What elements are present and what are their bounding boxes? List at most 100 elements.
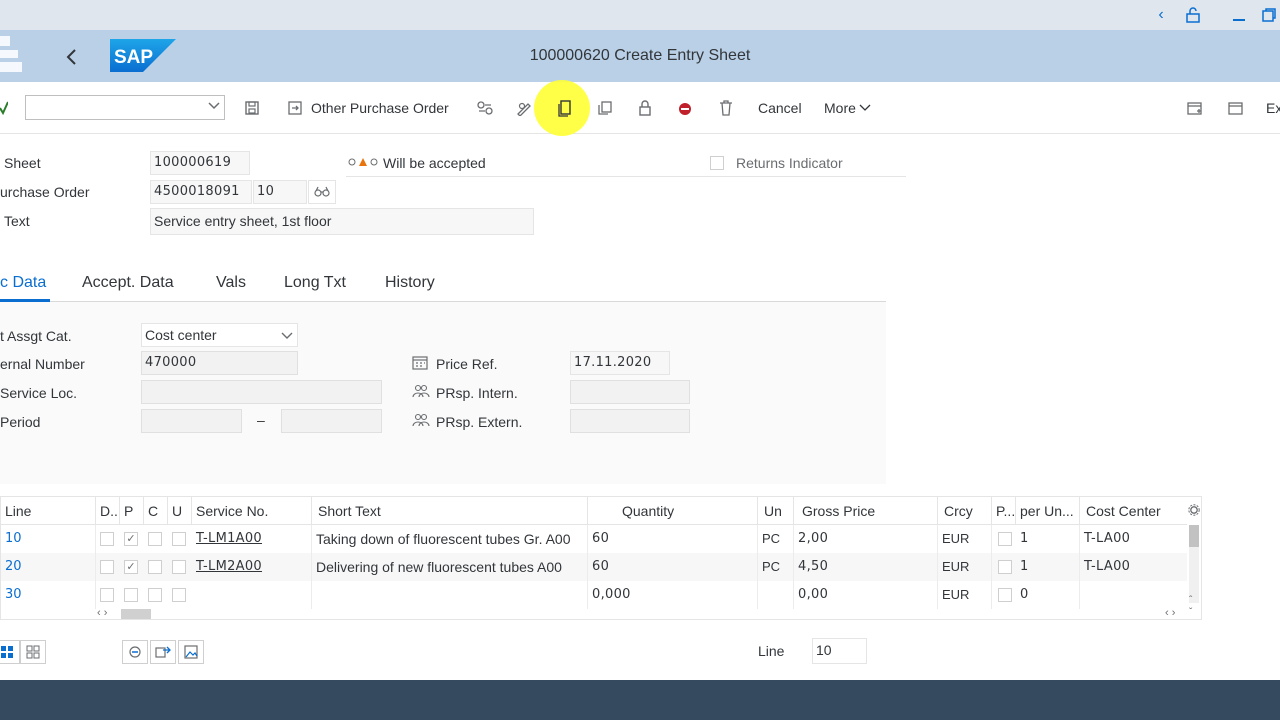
- check-icon[interactable]: [0, 96, 8, 120]
- col-header-p2[interactable]: P...: [992, 497, 1016, 525]
- service-loc-field[interactable]: [141, 380, 382, 404]
- row-c-checkbox[interactable]: [148, 532, 162, 546]
- table-settings-icon[interactable]: [1188, 503, 1200, 519]
- row-c-checkbox[interactable]: [148, 560, 162, 574]
- select-all-icon[interactable]: [0, 640, 20, 664]
- tab-basic-data[interactable]: c Data: [0, 274, 46, 292]
- returns-indicator-checkbox[interactable]: [710, 156, 724, 170]
- acct-assgt-cat-select[interactable]: Cost center: [141, 323, 298, 347]
- row-p-checkbox[interactable]: ✓: [124, 532, 138, 546]
- exit-button[interactable]: Ex: [1266, 96, 1280, 120]
- row-line[interactable]: 10: [1, 525, 96, 553]
- line-input[interactable]: 10: [812, 638, 867, 664]
- row-line[interactable]: 30: [1, 581, 96, 609]
- save-button[interactable]: [241, 96, 263, 120]
- other-purchase-order-button[interactable]: Other Purchase Order: [284, 96, 449, 120]
- col-header-u[interactable]: U: [168, 497, 192, 525]
- col-header-short-text[interactable]: Short Text: [312, 497, 588, 525]
- period-to-field[interactable]: [281, 409, 382, 433]
- col-header-p[interactable]: P: [120, 497, 144, 525]
- price-ref-field[interactable]: 17.11.2020: [570, 351, 670, 375]
- prsp-extern-field[interactable]: [570, 409, 690, 433]
- tab-long-txt[interactable]: Long Txt: [284, 274, 346, 292]
- row-cost-center[interactable]: [1080, 581, 1187, 609]
- row-u-checkbox[interactable]: [172, 532, 186, 546]
- vertical-scroll-thumb[interactable]: [1189, 525, 1199, 547]
- row-short-text[interactable]: Taking down of fluorescent tubes Gr. A00: [312, 525, 588, 553]
- row-gross-price[interactable]: 4,50: [794, 553, 938, 581]
- unlock-icon[interactable]: [1182, 4, 1204, 26]
- row-per-unit[interactable]: 0: [1016, 581, 1080, 609]
- tab-history[interactable]: History: [385, 274, 435, 292]
- row-c-checkbox[interactable]: [148, 588, 162, 602]
- row-gross-price[interactable]: 0,00: [794, 581, 938, 609]
- restore-icon[interactable]: [1258, 4, 1280, 26]
- col-header-service-no[interactable]: Service No.: [192, 497, 312, 525]
- row-d-checkbox[interactable]: [100, 560, 114, 574]
- prsp-intern-field[interactable]: [570, 380, 690, 404]
- table-row[interactable]: 10 ✓ T-LM1A00 Taking down of fluorescent…: [1, 525, 1187, 553]
- row-quantity[interactable]: 60: [588, 553, 758, 581]
- row-cost-center[interactable]: T-LA00: [1080, 525, 1187, 553]
- tab-vals[interactable]: Vals: [216, 274, 246, 292]
- deselect-all-icon[interactable]: [20, 640, 46, 664]
- service-selection-icon[interactable]: [122, 640, 148, 664]
- tab-accept-data[interactable]: Accept. Data: [82, 274, 174, 292]
- delete-button[interactable]: [715, 96, 737, 120]
- row-gross-price[interactable]: 2,00: [794, 525, 938, 553]
- row-p-checkbox[interactable]: [124, 588, 138, 602]
- row-unit[interactable]: PC: [758, 525, 794, 553]
- external-number-field[interactable]: 470000: [141, 351, 298, 375]
- row-cost-center[interactable]: T-LA00: [1080, 553, 1187, 581]
- row-d-checkbox[interactable]: [100, 588, 114, 602]
- row-currency[interactable]: EUR: [938, 581, 992, 609]
- display-po-button[interactable]: [308, 180, 336, 204]
- row-u-checkbox[interactable]: [172, 560, 186, 574]
- row-p2-checkbox[interactable]: [998, 560, 1012, 574]
- period-from-field[interactable]: [141, 409, 242, 433]
- copy-button[interactable]: [594, 96, 616, 120]
- sheet-field[interactable]: 100000619: [150, 151, 250, 175]
- scroll-up-icon[interactable]: ˆ: [1189, 595, 1192, 606]
- row-unit[interactable]: PC: [758, 553, 794, 581]
- command-field[interactable]: [25, 95, 225, 120]
- col-header-quantity[interactable]: Quantity: [588, 497, 758, 525]
- block-button[interactable]: [674, 96, 696, 120]
- minimize-icon[interactable]: [1228, 4, 1250, 26]
- col-header-cost-center[interactable]: Cost Center: [1080, 497, 1187, 525]
- purchase-order-field[interactable]: 4500018091: [150, 180, 252, 204]
- horizontal-scroll-thumb[interactable]: [121, 609, 151, 619]
- transfer-icon[interactable]: [150, 640, 176, 664]
- edit-button[interactable]: [514, 96, 536, 120]
- acceptance-button[interactable]: [554, 96, 576, 120]
- row-p2-checkbox[interactable]: [998, 588, 1012, 602]
- col-header-unit[interactable]: Un: [758, 497, 794, 525]
- row-u-checkbox[interactable]: [172, 588, 186, 602]
- table-row[interactable]: 20 ✓ T-LM2A00 Delivering of new fluoresc…: [1, 553, 1187, 581]
- row-per-unit[interactable]: 1: [1016, 525, 1080, 553]
- table-row[interactable]: 30 0,000 0,00 EUR 0: [1, 581, 1187, 609]
- row-quantity[interactable]: 60: [588, 525, 758, 553]
- more-button[interactable]: More: [824, 96, 872, 120]
- row-service-no[interactable]: T-LM2A00: [192, 553, 312, 581]
- row-p-checkbox[interactable]: ✓: [124, 560, 138, 574]
- row-d-checkbox[interactable]: [100, 532, 114, 546]
- row-currency[interactable]: EUR: [938, 525, 992, 553]
- row-service-no[interactable]: [192, 581, 312, 609]
- chevron-down-icon[interactable]: [208, 99, 220, 116]
- row-unit[interactable]: [758, 581, 794, 609]
- chevron-left-icon[interactable]: ‹: [1150, 4, 1172, 26]
- row-line[interactable]: 20: [1, 553, 96, 581]
- scroll-down-icon[interactable]: ˇ: [1189, 607, 1192, 618]
- row-quantity[interactable]: 0,000: [588, 581, 758, 609]
- row-currency[interactable]: EUR: [938, 553, 992, 581]
- col-header-gross-price[interactable]: Gross Price: [794, 497, 938, 525]
- new-window-button[interactable]: [1184, 96, 1206, 120]
- col-header-c[interactable]: C: [144, 497, 168, 525]
- scroll-left-right-icon[interactable]: ‹ ›: [97, 607, 107, 619]
- window-button[interactable]: [1224, 96, 1246, 120]
- col-header-currency[interactable]: Crcy: [938, 497, 992, 525]
- row-p2-checkbox[interactable]: [998, 532, 1012, 546]
- display-change-button[interactable]: [474, 96, 496, 120]
- picture-icon[interactable]: [178, 640, 204, 664]
